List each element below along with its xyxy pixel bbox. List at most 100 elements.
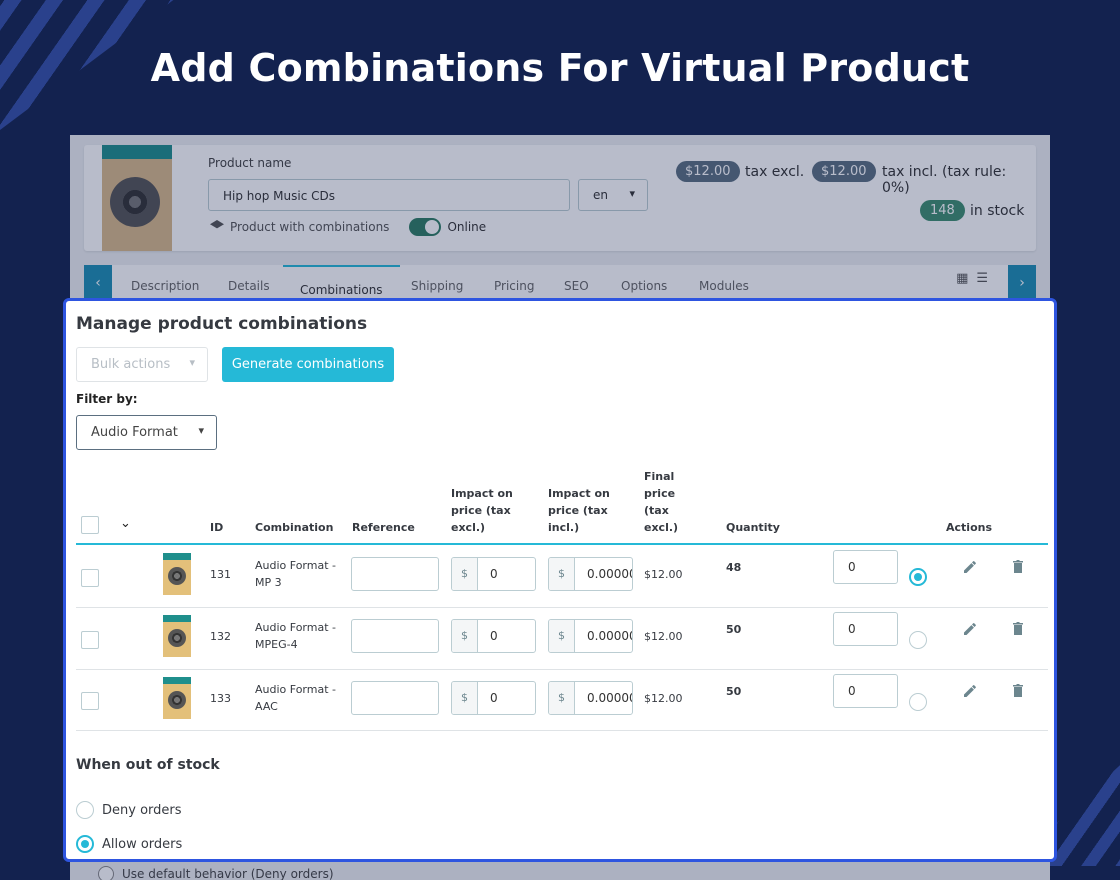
trash-icon[interactable] (1010, 683, 1026, 699)
price-incl-badge: $12.00 (812, 161, 876, 182)
edit-icon[interactable] (962, 683, 978, 699)
tab-combinations[interactable]: Combinations (283, 265, 400, 301)
bulk-actions-select[interactable]: Bulk actions ▾ (76, 347, 208, 382)
trash-icon[interactable] (1010, 559, 1026, 575)
tab-shipping[interactable]: Shipping (411, 279, 463, 293)
stock-badge: 148 (920, 200, 965, 221)
out-of-stock-title: When out of stock (76, 757, 220, 773)
product-name-label: Product name (208, 156, 292, 170)
page-headline: Add Combinations For Virtual Product (150, 46, 970, 90)
row-divider (76, 730, 1048, 731)
row-checkbox[interactable] (81, 631, 99, 649)
impact-excl-input[interactable]: $0 (451, 557, 536, 591)
online-label: Online (447, 220, 487, 234)
default-combination-radio[interactable] (909, 568, 927, 586)
allow-orders-label: Allow orders (102, 836, 183, 852)
combinations-toggle-label: Product with combinations (230, 220, 390, 234)
product-header-card: Product name Hip hop Music CDs en ▾ Prod… (84, 145, 1036, 251)
filter-select[interactable]: Audio Format ▾ (76, 415, 217, 450)
default-behavior-label: Use default behavior (Deny orders) (122, 867, 334, 880)
trash-icon[interactable] (1010, 621, 1026, 637)
default-combination-radio[interactable] (909, 631, 927, 649)
header-divider (76, 543, 1048, 545)
combination-thumbnail (163, 615, 191, 657)
tab-details[interactable]: Details (228, 279, 270, 293)
impact-incl-input[interactable]: $0.000000 (548, 557, 633, 591)
price-excl-label: tax excl. (745, 164, 805, 180)
default-behavior-radio[interactable] (98, 866, 114, 880)
impact-excl-input[interactable]: $0 (451, 681, 536, 715)
tab-description[interactable]: Description (131, 279, 199, 293)
row-quantity: 50 (726, 623, 742, 636)
filter-label: Filter by: (76, 392, 138, 406)
header-actions: Actions (946, 521, 992, 534)
combination-thumbnail (163, 553, 191, 595)
reference-input[interactable] (351, 619, 439, 653)
chevron-down-icon[interactable]: ⌄ (120, 516, 131, 531)
generate-combinations-button[interactable]: Generate combinations (222, 347, 394, 382)
edit-icon[interactable] (962, 621, 978, 637)
tabs-next-arrow[interactable]: › (1008, 265, 1036, 301)
reference-input[interactable] (351, 681, 439, 715)
panel-title: Manage product combinations (76, 314, 368, 334)
bulk-actions-label: Bulk actions (91, 357, 171, 372)
deny-orders-radio[interactable] (76, 801, 94, 819)
impact-incl-input[interactable]: $0.000000 (548, 619, 633, 653)
impact-incl-input[interactable]: $0.000000 (548, 681, 633, 715)
chevron-down-icon: ▾ (198, 424, 204, 437)
header-quantity: Quantity (726, 521, 780, 534)
default-combination-radio[interactable] (909, 693, 927, 711)
quantity-input[interactable]: 0 (833, 550, 898, 584)
row-id: 131 (210, 568, 231, 581)
header-impact-excl: Impact on price (tax excl.) (451, 487, 513, 534)
edit-icon[interactable] (962, 559, 978, 575)
row-id: 132 (210, 630, 231, 643)
row-divider (76, 607, 1048, 608)
tab-modules[interactable]: Modules (699, 279, 749, 293)
row-id: 133 (210, 692, 231, 705)
header-impact-incl: Impact on price (tax incl.) (548, 487, 610, 534)
tabs-prev-arrow[interactable]: ‹ (84, 265, 112, 301)
deny-orders-label: Deny orders (102, 802, 182, 818)
row-quantity: 50 (726, 685, 742, 698)
row-divider (76, 669, 1048, 670)
select-all-checkbox[interactable] (81, 516, 99, 534)
stock-label: in stock (970, 203, 1025, 219)
row-checkbox[interactable] (81, 692, 99, 710)
quantity-input[interactable]: 0 (833, 674, 898, 708)
chevron-down-icon: ▾ (629, 187, 635, 200)
product-cover-image (102, 145, 172, 251)
row-final-price: $12.00 (644, 692, 683, 705)
online-toggle[interactable] (409, 218, 442, 236)
row-combination: Audio Format - MP 3 (255, 559, 336, 589)
language-select[interactable]: en ▾ (578, 179, 648, 211)
deny-orders-option[interactable]: Deny orders (76, 801, 182, 819)
row-combination: Audio Format - AAC (255, 683, 336, 713)
view-toggle-icons[interactable]: ▦☰ (956, 271, 996, 286)
combinations-row: Product with combinations Online (210, 218, 486, 236)
default-behavior-option[interactable]: Use default behavior (Deny orders) (98, 866, 334, 880)
row-quantity: 48 (726, 561, 742, 574)
allow-orders-option[interactable]: Allow orders (76, 835, 182, 853)
language-value: en (593, 188, 608, 202)
reference-input[interactable] (351, 557, 439, 591)
filter-value: Audio Format (91, 425, 178, 440)
tab-pricing[interactable]: Pricing (494, 279, 534, 293)
tab-seo[interactable]: SEO (564, 279, 589, 293)
chevron-down-icon: ▾ (189, 356, 195, 369)
product-name-input[interactable]: Hip hop Music CDs (208, 179, 570, 211)
combinations-panel: Manage product combinations Bulk actions… (63, 298, 1057, 862)
row-checkbox[interactable] (81, 569, 99, 587)
quantity-input[interactable]: 0 (833, 612, 898, 646)
price-excl-badge: $12.00 (676, 161, 740, 182)
header-combination: Combination (255, 521, 334, 534)
impact-excl-input[interactable]: $0 (451, 619, 536, 653)
combination-thumbnail (163, 677, 191, 719)
tab-options[interactable]: Options (621, 279, 667, 293)
product-tabs: ‹ Description Details Combinations Shipp… (84, 265, 1036, 301)
header-id: ID (210, 521, 224, 534)
header-final-price: Final price (tax excl.) (644, 470, 679, 534)
layers-icon (210, 220, 224, 229)
row-final-price: $12.00 (644, 630, 683, 643)
allow-orders-radio[interactable] (76, 835, 94, 853)
